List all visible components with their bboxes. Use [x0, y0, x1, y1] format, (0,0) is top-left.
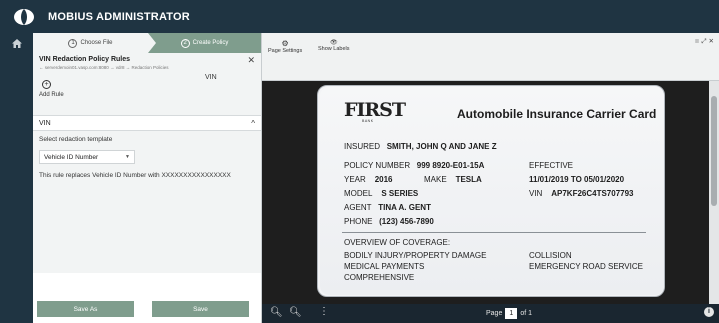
rule-name: VIN	[39, 119, 51, 127]
make-label: MAKE	[424, 175, 447, 184]
overview-label: OVERVIEW OF COVERAGE:	[344, 238, 451, 247]
page-settings-button[interactable]: ⚙ Page Settings	[268, 39, 302, 54]
chevron-up-icon[interactable]: ^	[251, 119, 255, 128]
bank-logo-sub: BANK	[362, 119, 374, 123]
policy-panel: 1 Choose File 2 Create Policy VIN Redact…	[33, 33, 262, 323]
insured-line: INSURED SMITH, JOHN Q AND JANE Z	[344, 142, 497, 151]
rule-description: This rule replaces Vehicle ID Number wit…	[39, 172, 231, 179]
home-icon[interactable]	[0, 33, 33, 53]
vin-line: VIN AP7KF26C4TS707793	[529, 189, 634, 198]
add-rule-icon[interactable]: +	[42, 80, 51, 89]
coverage-item: COMPREHENSIVE	[344, 273, 415, 282]
template-select-value: Vehicle ID Number	[44, 153, 99, 161]
rules-header: VIN Redaction Policy Rules ← serverdemoi…	[33, 53, 261, 115]
step-choose-file[interactable]: 1 Choose File	[33, 33, 148, 53]
agent-line: AGENT TINA A. GENT	[344, 203, 431, 212]
coverage-item: BODILY INJURY/PROPERTY DAMAGE	[344, 251, 487, 260]
close-icon[interactable]: ✕	[709, 38, 716, 45]
add-rule-button[interactable]: Add Rule	[39, 92, 64, 98]
year-label: YEAR	[344, 175, 366, 184]
vertical-scrollbar[interactable]	[709, 81, 719, 304]
rule-body: Select redaction template Vehicle ID Num…	[33, 131, 261, 273]
viewer-toolbar: ⚙ Page Settings 👁 Show Labels ⠶⤢✕	[262, 33, 719, 81]
rules-title: VIN Redaction Policy Rules	[39, 56, 131, 63]
bank-logo: FIRST	[344, 99, 406, 121]
save-as-button[interactable]: Save As	[37, 301, 134, 317]
make-value: TESLA	[455, 175, 482, 184]
caret-down-icon: ▼	[125, 154, 130, 160]
coverage-item: COLLISION	[529, 251, 572, 260]
agent-label: AGENT	[344, 203, 372, 212]
step-number: 2	[180, 38, 190, 48]
insurance-card: FIRST BANK Automobile Insurance Carrier …	[317, 85, 665, 297]
effective-value: 11/01/2019 TO 05/01/2020	[529, 175, 624, 184]
make-line: MAKE TESLA	[424, 175, 482, 184]
gear-icon: ⚙	[281, 39, 289, 48]
info-icon[interactable]: i	[704, 307, 714, 317]
viewer-bottom-bar: 🔍︎ 🔍︎ ⋮ Page 1 of 1 i	[262, 304, 719, 323]
zoom-out-icon[interactable]: 🔍︎	[270, 307, 283, 318]
window-controls[interactable]: ⠶⤢✕	[695, 37, 716, 46]
policy-label: POLICY NUMBER	[344, 161, 411, 170]
step-create-policy[interactable]: 2 Create Policy	[148, 33, 261, 53]
rule-header[interactable]: VIN ^	[33, 115, 261, 131]
action-buttons: Save As Save	[33, 301, 262, 323]
model-value: S SERIES	[381, 189, 419, 198]
year-line: YEAR 2016	[344, 175, 392, 184]
policy-line: POLICY NUMBER 999 8920-E01-15A	[344, 161, 484, 170]
page-navigator: Page 1 of 1	[486, 308, 532, 319]
vin-value: AP7KF26C4TS707793	[551, 189, 634, 198]
mobius-logo-icon	[10, 7, 38, 27]
left-rail	[0, 33, 33, 323]
coverage-item: MEDICAL PAYMENTS	[344, 262, 425, 271]
close-icon[interactable]: ✕	[247, 55, 255, 66]
of-label: of	[520, 310, 527, 317]
expand-icon[interactable]: ⤢	[701, 38, 708, 45]
card-title: Automobile Insurance Carrier Card	[457, 107, 657, 121]
eye-icon: 👁	[329, 40, 338, 46]
step-label: Choose File	[80, 40, 113, 46]
wizard-steps: 1 Choose File 2 Create Policy	[33, 33, 261, 53]
breadcrumb: ← serverdemoin01.vasp.com:8080 → vdr8 → …	[39, 65, 169, 70]
scroll-thumb[interactable]	[711, 96, 717, 206]
vin-label: VIN	[529, 189, 543, 198]
document-viewer: ⚙ Page Settings 👁 Show Labels ⠶⤢✕ FIRST …	[262, 33, 719, 323]
page-label: Page	[486, 310, 503, 317]
zoom-in-icon[interactable]: 🔍︎	[289, 307, 302, 318]
more-options-icon[interactable]: ⋮	[319, 306, 329, 317]
effective-label: EFFECTIVE	[529, 161, 574, 170]
insurance-card-face: FIRST BANK Automobile Insurance Carrier …	[320, 87, 664, 295]
card-divider	[342, 232, 646, 233]
app-title: MOBIUS ADMINISTRATOR	[48, 10, 190, 23]
select-template-label: Select redaction template	[39, 136, 113, 143]
phone-line: PHONE (123) 456-7890	[344, 217, 434, 226]
step-number: 1	[68, 38, 78, 48]
top-bar: MOBIUS ADMINISTRATOR	[0, 0, 719, 33]
rules-header-value: VIN	[205, 74, 217, 81]
insured-value: SMITH, JOHN Q AND JANE Z	[386, 142, 497, 151]
page-number-input[interactable]: 1	[505, 308, 518, 319]
step-arrow	[148, 33, 156, 53]
effective-dates: 11/01/2019 TO 05/01/2020	[529, 175, 625, 184]
phone-label: PHONE	[344, 217, 373, 226]
coverage-item: EMERGENCY ROAD SERVICE	[529, 262, 643, 271]
template-select[interactable]: Vehicle ID Number ▼	[39, 150, 135, 164]
insured-label: INSURED	[344, 142, 381, 151]
page-settings-label: Page Settings	[268, 48, 303, 54]
step-label: Create Policy	[192, 40, 229, 46]
save-button[interactable]: Save	[152, 301, 249, 317]
year-value: 2016	[374, 175, 393, 184]
show-labels-button[interactable]: 👁 Show Labels	[318, 39, 350, 52]
policy-value: 999 8920-E01-15A	[416, 161, 485, 170]
show-labels-label: Show Labels	[318, 46, 350, 52]
total-pages: 1	[528, 310, 533, 317]
model-label: MODEL	[344, 189, 373, 198]
model-line: MODEL S SERIES	[344, 189, 418, 198]
phone-value: (123) 456-7890	[379, 217, 434, 226]
app-window: MOBIUS ADMINISTRATOR 1 Choose File 2 Cre…	[0, 0, 719, 323]
agent-value: TINA A. GENT	[378, 203, 431, 212]
